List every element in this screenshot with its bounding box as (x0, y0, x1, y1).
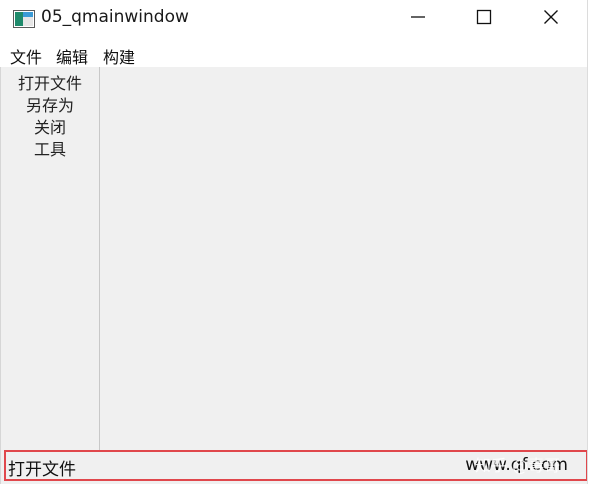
status-message: 打开文件 (8, 460, 76, 480)
maximize-icon (476, 9, 492, 29)
menu-bar: 文件 编辑 构建 (0, 38, 587, 68)
minimize-button[interactable] (385, 0, 451, 38)
title-bar[interactable]: 05_qmainwindow (0, 0, 587, 38)
toolbar-close-button[interactable]: 关闭 (0, 114, 100, 138)
window-title: 05_qmainwindow (41, 7, 189, 27)
central-area: 打开文件 另存为 关闭 工具 (0, 67, 587, 450)
minimize-icon (410, 9, 426, 29)
main-window: 05_qmainwindow 文件 编辑 构建 打开文件 另存为 关闭 工具 打… (0, 0, 588, 484)
toolbar-tools-button[interactable]: 工具 (0, 136, 100, 160)
watermark: 知乎 @毒哥 (475, 456, 561, 475)
menu-build[interactable]: 构建 (103, 44, 135, 68)
toolbar-save-as-button[interactable]: 另存为 (0, 92, 100, 116)
close-icon (543, 9, 559, 29)
maximize-button[interactable] (451, 0, 517, 38)
toolbar-open-file-button[interactable]: 打开文件 (0, 70, 100, 94)
window-left-border (0, 67, 1, 484)
side-toolbar: 打开文件 另存为 关闭 工具 (0, 67, 100, 450)
menu-edit[interactable]: 编辑 (56, 44, 88, 68)
app-window-icon (13, 10, 35, 28)
close-button[interactable] (518, 0, 584, 38)
menu-file[interactable]: 文件 (10, 44, 42, 68)
